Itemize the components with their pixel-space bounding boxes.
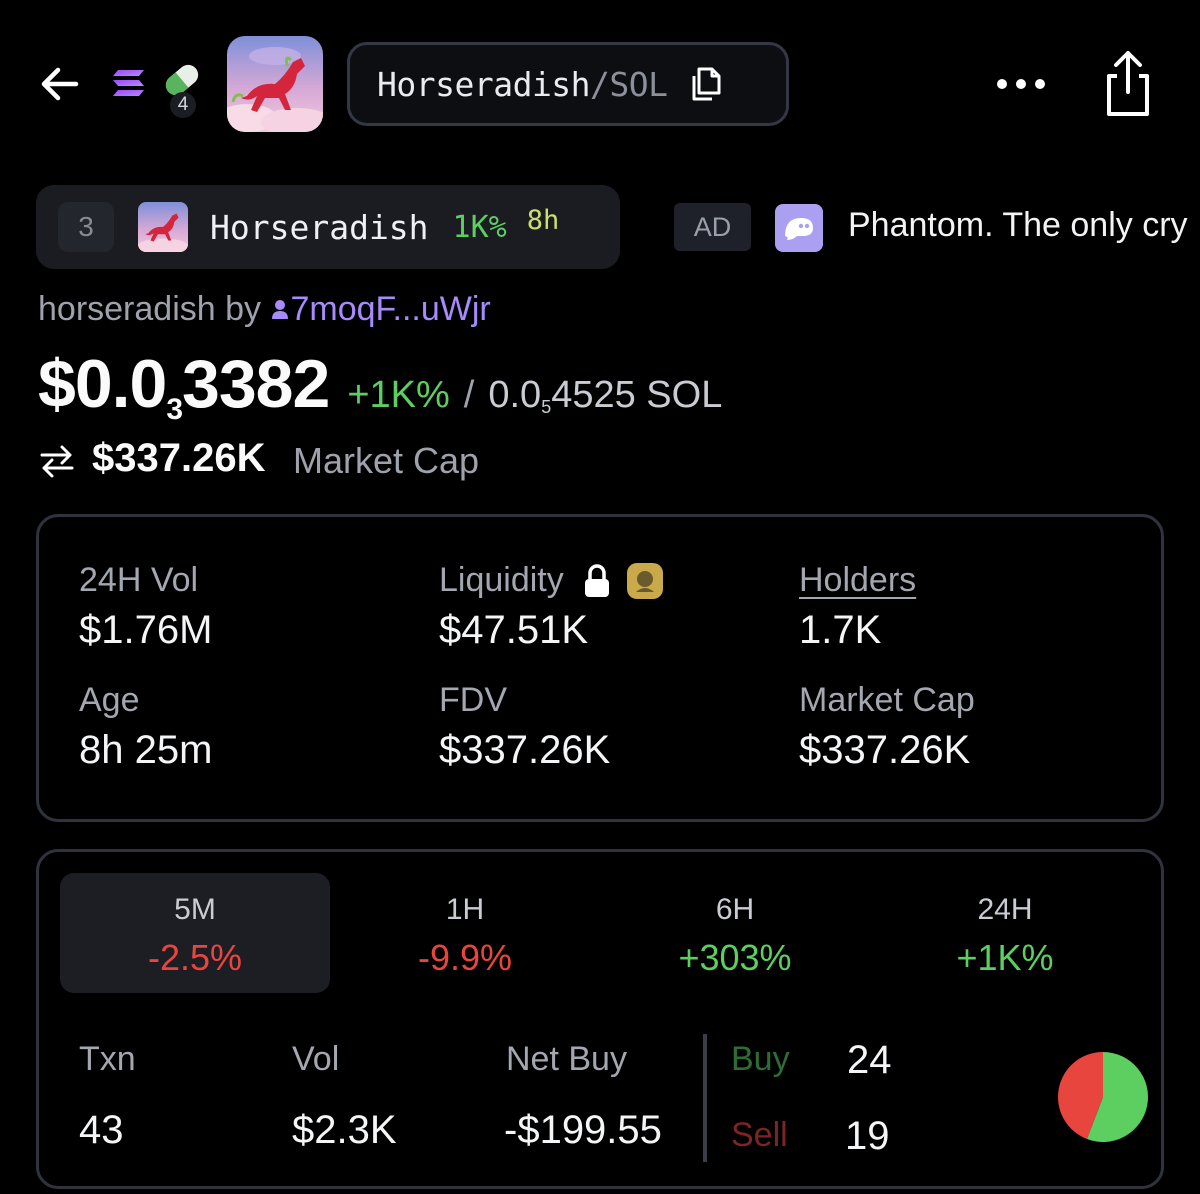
pair-separator: / [590, 64, 610, 104]
tab-change: -9.9% [417, 937, 513, 978]
tab-label: 6H [715, 893, 755, 926]
stat-label: Market Cap [799, 681, 975, 719]
buy-count: 24 [847, 1038, 892, 1082]
txn-value: 43 [79, 1108, 124, 1152]
more-icon[interactable] [996, 78, 1046, 90]
buy-sell-pie-chart [1058, 1052, 1148, 1142]
trending-chip[interactable]: 3 Horseradish 1K% 8h [36, 185, 620, 269]
market-cap-value: $337.26K [92, 436, 266, 480]
stat-value: $337.26K [799, 728, 971, 772]
price-change: +1K% [347, 374, 450, 416]
timeframe-card: 5M -2.5% 1H -9.9% 6H +303% 24H +1K% Txn … [36, 849, 1164, 1189]
trending-age: 8h [526, 204, 560, 236]
stat-age: Age 8h 25m [79, 681, 212, 773]
sell-label: Sell [731, 1116, 788, 1154]
net-buy-label: Net Buy [506, 1040, 627, 1078]
stat-value: $47.51K [439, 608, 589, 652]
tab-1h[interactable]: 1H -9.9% [330, 873, 600, 993]
tab-5m[interactable]: 5M -2.5% [60, 873, 330, 993]
divider [703, 1034, 707, 1162]
trending-rank: 3 [58, 202, 114, 252]
sol-price: 0.054525 SOL [488, 374, 723, 417]
sell-count: 19 [845, 1114, 890, 1158]
share-icon[interactable] [1100, 50, 1156, 118]
pair-selector[interactable]: Horseradish/SOL [347, 42, 789, 126]
stat-value: $337.26K [439, 728, 611, 772]
trending-token-thumb [138, 202, 188, 252]
net-buy-value: -$199.55 [504, 1108, 662, 1152]
price-separator: / [463, 374, 475, 416]
trending-change: 1K% [452, 209, 507, 245]
lock-icon[interactable] [582, 563, 612, 599]
solana-icon [113, 70, 144, 96]
stat-label: 24H Vol [79, 561, 199, 599]
tab-change: -2.5% [147, 937, 243, 978]
usd-price: $0.033382 [38, 346, 330, 426]
tab-label: 5M [174, 893, 216, 926]
swap-icon[interactable] [38, 444, 76, 478]
vol-label: Vol [292, 1040, 340, 1078]
stat-value: 1.7K [799, 608, 882, 652]
tab-24h[interactable]: 24H +1K% [870, 873, 1140, 993]
stat-holders[interactable]: Holders 1.7K [799, 561, 916, 653]
stats-card: 24H Vol $1.76M Liquidity $47.51K Holders… [36, 514, 1164, 822]
ad-badge: AD [674, 203, 751, 251]
stat-label: Liquidity [439, 561, 564, 599]
user-icon [272, 300, 289, 319]
price-row: $0.033382 +1K% / 0.054525 SOL [38, 345, 722, 427]
stat-value: 8h 25m [79, 728, 213, 772]
buy-label: Buy [731, 1040, 790, 1078]
phantom-logo-icon[interactable] [775, 204, 823, 252]
pair-base: Horseradish [377, 64, 591, 104]
pair-quote: SOL [609, 64, 668, 104]
token-avatar [227, 36, 323, 132]
back-arrow-icon[interactable] [38, 62, 82, 106]
pair-title: Horseradish/SOL [377, 65, 668, 104]
stat-liquidity: Liquidity $47.51K [439, 561, 664, 653]
stat-24h-vol: 24H Vol $1.76M [79, 561, 212, 653]
txn-label: Txn [79, 1040, 136, 1078]
pill-badge[interactable]: 4 [160, 60, 204, 122]
market-cap-label: Market Cap [293, 440, 480, 481]
stat-market-cap: Market Cap $337.26K [799, 681, 975, 773]
stat-fdv: FDV $337.26K [439, 681, 610, 773]
byline-prefix: horseradish by [38, 290, 262, 328]
creator-link[interactable]: 7moqF...uWjr [270, 290, 491, 328]
trending-token-name: Horseradish [210, 207, 429, 247]
token-byline: horseradish by 7moqF...uWjr [38, 290, 491, 329]
stat-label: FDV [439, 681, 507, 719]
tab-6h[interactable]: 6H +303% [600, 873, 870, 993]
pill-count: 4 [170, 92, 196, 118]
creator-address: 7moqF...uWjr [290, 290, 491, 328]
ad-text[interactable]: Phantom. The only cry [848, 206, 1188, 245]
burn-seal-icon[interactable] [626, 562, 664, 600]
stat-value: $1.76M [79, 608, 213, 652]
tab-label: 1H [445, 893, 485, 926]
vol-value: $2.3K [292, 1108, 397, 1152]
copy-icon[interactable] [688, 65, 722, 103]
tab-change: +303% [678, 937, 792, 978]
stat-label: Age [79, 681, 140, 719]
holders-link[interactable]: Holders [799, 561, 916, 600]
tab-label: 24H [977, 893, 1033, 926]
tab-change: +1K% [956, 937, 1054, 978]
